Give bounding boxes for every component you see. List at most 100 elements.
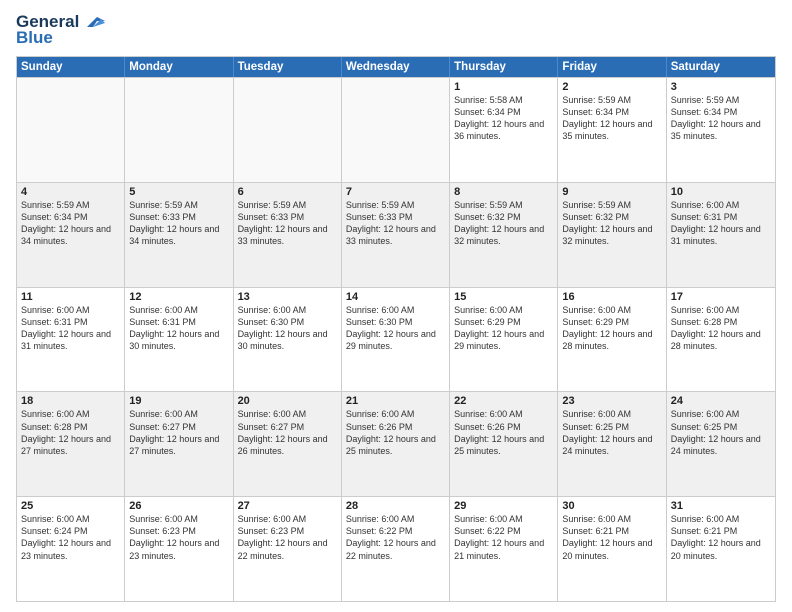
day-number: 28 (346, 500, 445, 512)
day-cell: 5Sunrise: 5:59 AM Sunset: 6:33 PM Daylig… (125, 183, 233, 287)
day-cell: 1Sunrise: 5:58 AM Sunset: 6:34 PM Daylig… (450, 78, 558, 182)
day-info: Sunrise: 6:00 AM Sunset: 6:28 PM Dayligh… (671, 304, 771, 353)
day-info: Sunrise: 5:59 AM Sunset: 6:33 PM Dayligh… (346, 199, 445, 248)
day-cell: 7Sunrise: 5:59 AM Sunset: 6:33 PM Daylig… (342, 183, 450, 287)
day-cell: 14Sunrise: 6:00 AM Sunset: 6:30 PM Dayli… (342, 288, 450, 392)
day-number: 18 (21, 395, 120, 407)
day-cell: 10Sunrise: 6:00 AM Sunset: 6:31 PM Dayli… (667, 183, 775, 287)
day-cell: 9Sunrise: 5:59 AM Sunset: 6:32 PM Daylig… (558, 183, 666, 287)
day-number: 13 (238, 291, 337, 303)
day-info: Sunrise: 6:00 AM Sunset: 6:30 PM Dayligh… (238, 304, 337, 353)
calendar-body: 1Sunrise: 5:58 AM Sunset: 6:34 PM Daylig… (17, 77, 775, 601)
week-row-1: 1Sunrise: 5:58 AM Sunset: 6:34 PM Daylig… (17, 77, 775, 182)
day-cell: 23Sunrise: 6:00 AM Sunset: 6:25 PM Dayli… (558, 392, 666, 496)
day-number: 22 (454, 395, 553, 407)
day-info: Sunrise: 5:59 AM Sunset: 6:34 PM Dayligh… (562, 94, 661, 143)
day-cell: 20Sunrise: 6:00 AM Sunset: 6:27 PM Dayli… (234, 392, 342, 496)
day-cell: 12Sunrise: 6:00 AM Sunset: 6:31 PM Dayli… (125, 288, 233, 392)
day-number: 17 (671, 291, 771, 303)
day-info: Sunrise: 6:00 AM Sunset: 6:29 PM Dayligh… (454, 304, 553, 353)
day-info: Sunrise: 5:59 AM Sunset: 6:34 PM Dayligh… (671, 94, 771, 143)
day-info: Sunrise: 6:00 AM Sunset: 6:27 PM Dayligh… (129, 408, 228, 457)
day-cell: 26Sunrise: 6:00 AM Sunset: 6:23 PM Dayli… (125, 497, 233, 601)
day-number: 4 (21, 186, 120, 198)
day-number: 29 (454, 500, 553, 512)
day-cell: 22Sunrise: 6:00 AM Sunset: 6:26 PM Dayli… (450, 392, 558, 496)
day-cell: 3Sunrise: 5:59 AM Sunset: 6:34 PM Daylig… (667, 78, 775, 182)
header-cell-saturday: Saturday (667, 57, 775, 77)
calendar: SundayMondayTuesdayWednesdayThursdayFrid… (16, 56, 776, 602)
day-info: Sunrise: 6:00 AM Sunset: 6:23 PM Dayligh… (238, 513, 337, 562)
week-row-2: 4Sunrise: 5:59 AM Sunset: 6:34 PM Daylig… (17, 182, 775, 287)
header: General Blue (16, 12, 776, 48)
day-info: Sunrise: 6:00 AM Sunset: 6:26 PM Dayligh… (454, 408, 553, 457)
day-info: Sunrise: 5:59 AM Sunset: 6:34 PM Dayligh… (21, 199, 120, 248)
header-cell-tuesday: Tuesday (234, 57, 342, 77)
day-cell: 13Sunrise: 6:00 AM Sunset: 6:30 PM Dayli… (234, 288, 342, 392)
week-row-4: 18Sunrise: 6:00 AM Sunset: 6:28 PM Dayli… (17, 391, 775, 496)
day-number: 20 (238, 395, 337, 407)
day-cell: 17Sunrise: 6:00 AM Sunset: 6:28 PM Dayli… (667, 288, 775, 392)
day-number: 1 (454, 81, 553, 93)
day-info: Sunrise: 6:00 AM Sunset: 6:26 PM Dayligh… (346, 408, 445, 457)
day-number: 27 (238, 500, 337, 512)
calendar-header: SundayMondayTuesdayWednesdayThursdayFrid… (17, 57, 775, 77)
day-cell: 4Sunrise: 5:59 AM Sunset: 6:34 PM Daylig… (17, 183, 125, 287)
day-number: 24 (671, 395, 771, 407)
day-cell: 21Sunrise: 6:00 AM Sunset: 6:26 PM Dayli… (342, 392, 450, 496)
week-row-3: 11Sunrise: 6:00 AM Sunset: 6:31 PM Dayli… (17, 287, 775, 392)
day-number: 7 (346, 186, 445, 198)
day-number: 31 (671, 500, 771, 512)
header-cell-friday: Friday (558, 57, 666, 77)
day-number: 5 (129, 186, 228, 198)
day-number: 11 (21, 291, 120, 303)
day-number: 10 (671, 186, 771, 198)
day-number: 25 (21, 500, 120, 512)
day-cell: 24Sunrise: 6:00 AM Sunset: 6:25 PM Dayli… (667, 392, 775, 496)
day-cell: 27Sunrise: 6:00 AM Sunset: 6:23 PM Dayli… (234, 497, 342, 601)
day-cell: 31Sunrise: 6:00 AM Sunset: 6:21 PM Dayli… (667, 497, 775, 601)
day-number: 15 (454, 291, 553, 303)
day-cell: 30Sunrise: 6:00 AM Sunset: 6:21 PM Dayli… (558, 497, 666, 601)
day-cell: 16Sunrise: 6:00 AM Sunset: 6:29 PM Dayli… (558, 288, 666, 392)
day-number: 30 (562, 500, 661, 512)
day-info: Sunrise: 6:00 AM Sunset: 6:25 PM Dayligh… (562, 408, 661, 457)
day-info: Sunrise: 5:58 AM Sunset: 6:34 PM Dayligh… (454, 94, 553, 143)
day-cell: 19Sunrise: 6:00 AM Sunset: 6:27 PM Dayli… (125, 392, 233, 496)
day-info: Sunrise: 6:00 AM Sunset: 6:27 PM Dayligh… (238, 408, 337, 457)
day-number: 6 (238, 186, 337, 198)
day-cell (17, 78, 125, 182)
day-cell: 2Sunrise: 5:59 AM Sunset: 6:34 PM Daylig… (558, 78, 666, 182)
day-number: 12 (129, 291, 228, 303)
day-info: Sunrise: 6:00 AM Sunset: 6:22 PM Dayligh… (346, 513, 445, 562)
day-info: Sunrise: 6:00 AM Sunset: 6:28 PM Dayligh… (21, 408, 120, 457)
day-number: 3 (671, 81, 771, 93)
day-info: Sunrise: 5:59 AM Sunset: 6:33 PM Dayligh… (129, 199, 228, 248)
day-cell: 29Sunrise: 6:00 AM Sunset: 6:22 PM Dayli… (450, 497, 558, 601)
logo-bird-icon (83, 13, 105, 31)
day-info: Sunrise: 6:00 AM Sunset: 6:29 PM Dayligh… (562, 304, 661, 353)
day-info: Sunrise: 5:59 AM Sunset: 6:32 PM Dayligh… (562, 199, 661, 248)
header-cell-monday: Monday (125, 57, 233, 77)
logo: General Blue (16, 12, 105, 48)
day-number: 26 (129, 500, 228, 512)
day-info: Sunrise: 6:00 AM Sunset: 6:21 PM Dayligh… (671, 513, 771, 562)
day-cell: 25Sunrise: 6:00 AM Sunset: 6:24 PM Dayli… (17, 497, 125, 601)
day-info: Sunrise: 6:00 AM Sunset: 6:25 PM Dayligh… (671, 408, 771, 457)
day-number: 9 (562, 186, 661, 198)
day-info: Sunrise: 5:59 AM Sunset: 6:32 PM Dayligh… (454, 199, 553, 248)
day-number: 19 (129, 395, 228, 407)
page: General Blue SundayMondayTuesdayWednesda… (0, 0, 792, 612)
day-number: 8 (454, 186, 553, 198)
day-info: Sunrise: 6:00 AM Sunset: 6:30 PM Dayligh… (346, 304, 445, 353)
day-info: Sunrise: 6:00 AM Sunset: 6:31 PM Dayligh… (671, 199, 771, 248)
header-cell-sunday: Sunday (17, 57, 125, 77)
day-info: Sunrise: 6:00 AM Sunset: 6:22 PM Dayligh… (454, 513, 553, 562)
day-info: Sunrise: 6:00 AM Sunset: 6:21 PM Dayligh… (562, 513, 661, 562)
day-cell: 15Sunrise: 6:00 AM Sunset: 6:29 PM Dayli… (450, 288, 558, 392)
day-number: 21 (346, 395, 445, 407)
day-cell: 18Sunrise: 6:00 AM Sunset: 6:28 PM Dayli… (17, 392, 125, 496)
day-number: 16 (562, 291, 661, 303)
day-info: Sunrise: 6:00 AM Sunset: 6:31 PM Dayligh… (21, 304, 120, 353)
day-cell: 11Sunrise: 6:00 AM Sunset: 6:31 PM Dayli… (17, 288, 125, 392)
